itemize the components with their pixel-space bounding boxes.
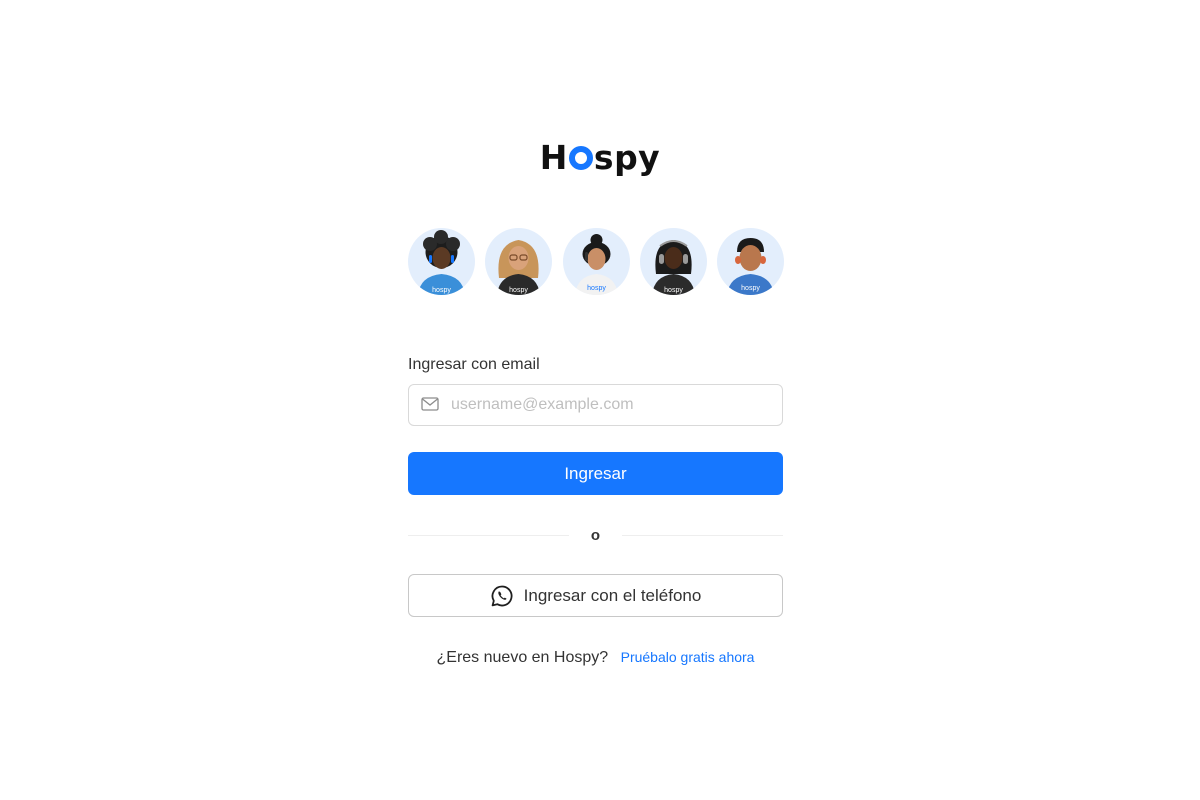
divider-line-left [408,534,569,536]
login-button[interactable]: Ingresar [408,452,783,495]
signup-text: ¿Eres nuevo en Hospy? [436,649,609,666]
avatar: hospy [485,228,553,295]
divider-line-right [622,534,784,536]
avatar-shirt-text: hospy [509,287,528,294]
signup-link[interactable]: Pruébalo gratis ahora [621,649,755,665]
avatar-shirt-text: hospy [664,287,683,294]
logo-suffix: spy [593,138,661,177]
email-label: Ingresar con email [408,356,540,373]
logo-o-mark [568,136,594,180]
avatar: hospy [408,228,475,295]
whatsapp-icon [490,584,514,608]
avatar: hospy [562,228,630,295]
mail-icon [421,397,441,413]
phone-login-label: Ingresar con el teléfono [523,585,702,605]
or-divider: o [408,517,784,553]
login-form: Ingresar con email Ingresar o [408,354,784,670]
avatar: hospy [639,228,707,295]
avatar-row: hospy hospy hospy hospy hospy [408,228,784,295]
email-input[interactable] [451,396,770,414]
hospy-logo: Hspy [0,136,1200,180]
avatar-shirt-text: hospy [587,285,606,292]
avatar: hospy [717,228,784,295]
avatar-shirt-text: hospy [741,285,760,292]
avatar-shirt-text: hospy [432,287,451,294]
phone-login-button[interactable]: Ingresar con el teléfono [408,574,783,617]
divider-text: o [590,526,601,544]
login-page: Hspy hospy hospy hospy hospy hospy Ingre… [0,0,1200,800]
signup-prompt: ¿Eres nuevo en Hospy? Pruébalo gratis ah… [408,645,783,670]
logo-prefix: H [539,138,568,177]
email-field[interactable] [408,384,783,426]
